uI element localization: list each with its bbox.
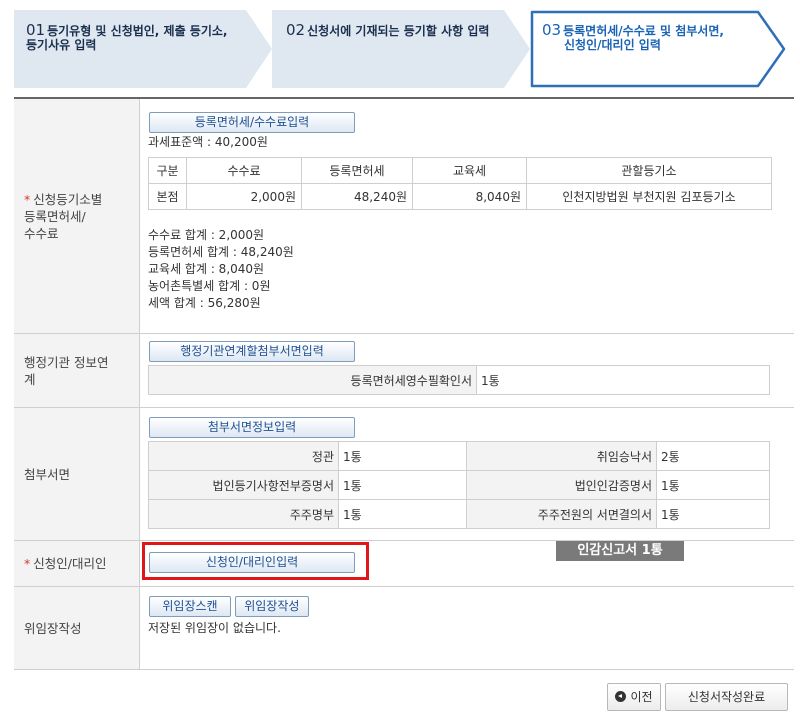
poa-scan-button[interactable]: 위임장스캔: [149, 596, 231, 617]
fee-cell: 인천지방법원 부천지원 김포등기소: [526, 183, 772, 210]
agency-content: 행정기관연계할첨부서면입력 등록면허세영수필확인서 1통: [140, 334, 794, 407]
fee-cell: 48,240원: [301, 183, 413, 210]
seal-report-badge: 인감신고서 1통: [556, 541, 684, 561]
poa-empty-message: 저장된 위임장이 없습니다.: [148, 621, 281, 635]
summary-line: 농어촌특별세 합계 : 0원: [148, 279, 271, 293]
step-2-shape: [272, 10, 530, 88]
attachment-key: 주주전원의 서면결의서: [466, 499, 657, 529]
attachment-value: 1통: [338, 441, 467, 471]
applicant-row: * 신청인/대리인 신청인/대리인입력 인감신고서 1통: [14, 541, 794, 587]
prev-button[interactable]: 이전: [607, 683, 661, 711]
attachment-value: 1통: [656, 470, 770, 500]
agency-label: 행정기관 정보연 계: [14, 334, 140, 407]
fee-label: * 신청등기소별 등록면허세/ 수수료: [14, 99, 140, 333]
fee-cell: 본점: [148, 183, 187, 210]
summary-line: 등록면허세 합계 : 48,240원: [148, 245, 294, 259]
step-1-number: 01: [26, 21, 46, 39]
agency-label-line: 행정기관 정보연: [24, 354, 109, 370]
fee-cell: 2,000원: [186, 183, 302, 210]
step-1-subtitle: 등기사유 입력: [26, 38, 97, 52]
table-row: 정관 1통 취임승낙서 2통: [148, 441, 770, 471]
poa-content: 위임장스캔 위임장작성 저장된 위임장이 없습니다.: [140, 587, 794, 669]
fee-label-line: 수수료: [24, 225, 59, 241]
poa-write-button[interactable]: 위임장작성: [234, 596, 309, 617]
fee-cell: 8,040원: [412, 183, 527, 210]
step-progress: 01 등기유형 및 신청법인, 제출 등기소, 등기사유 입력 02 신청서에 기재…: [14, 10, 786, 88]
table-row: 주주명부 1통 주주전원의 서면결의서 1통: [148, 499, 770, 529]
fee-col-header: 구분: [148, 157, 187, 184]
poa-label: 위임장작성: [14, 587, 140, 669]
fee-label-line: 등록면허세/: [24, 208, 86, 224]
attachment-value: 1통: [656, 499, 770, 529]
fee-col-header: 수수료: [186, 157, 302, 184]
fee-col-header: 관할등기소: [526, 157, 772, 184]
attachment-key: 주주명부: [148, 499, 339, 529]
fee-input-button[interactable]: 등록면허세/수수료입력: [149, 112, 355, 133]
attachment-key: 법인등기사항전부증명서: [148, 470, 339, 500]
complete-button[interactable]: 신청서작성완료: [665, 683, 788, 711]
back-arrow-icon: [615, 691, 627, 702]
step-3-current: 03 등록면허세/수수료 및 첨부서면, 신청인/대리인 입력: [530, 10, 788, 88]
attachments-label: 첨부서면: [14, 408, 140, 540]
fee-row: * 신청등기소별 등록면허세/ 수수료 등록면허세/수수료입력 과세표준액 : 4…: [14, 99, 794, 334]
step-2-title: 신청서에 기재되는 등기할 사항 입력: [307, 24, 490, 38]
fee-col-header: 등록면허세: [301, 157, 413, 184]
fee-table-header: 구분 수수료 등록면허세 교육세 관할등기소: [148, 157, 772, 184]
attachments-content: 첨부서면정보입력 정관 1통 취임승낙서 2통 법인등기사항전부증명서 1통 법…: [140, 408, 794, 540]
step-1: 01 등기유형 및 신청법인, 제출 등기소, 등기사유 입력: [14, 10, 274, 88]
attachment-key: 법인인감증명서: [466, 470, 657, 500]
attachment-value: 1통: [338, 499, 467, 529]
table-row: 법인등기사항전부증명서 1통 법인인감증명서 1통: [148, 470, 770, 500]
attachment-key: 취임승낙서: [466, 441, 657, 471]
poa-row: 위임장작성 위임장스캔 위임장작성 저장된 위임장이 없습니다.: [14, 587, 794, 670]
agency-row: 행정기관 정보연 계 행정기관연계할첨부서면입력 등록면허세영수필확인서 1통: [14, 334, 794, 408]
attachment-value: 1통: [338, 470, 467, 500]
attachment-value: 2통: [656, 441, 770, 471]
step-3-number: 03: [542, 21, 562, 39]
fee-summary: 수수료 합계 : 2,000원 등록면허세 합계 : 48,240원 교육세 합…: [148, 227, 788, 312]
prev-label: 이전: [630, 690, 653, 704]
required-mark: *: [24, 556, 31, 571]
attachments-row: 첨부서면 첨부서면정보입력 정관 1통 취임승낙서 2통 법인등기사항전부증명서…: [14, 408, 794, 541]
step-2-number: 02: [286, 21, 306, 39]
table-row: 등록면허세영수필확인서 1통: [148, 365, 770, 395]
fee-col-header: 교육세: [412, 157, 527, 184]
agency-attachment-button[interactable]: 행정기관연계할첨부서면입력: [149, 341, 355, 362]
fee-content: 등록면허세/수수료입력 과세표준액 : 40,200원 구분 수수료 등록면허세…: [140, 99, 794, 333]
fee-table: 구분 수수료 등록면허세 교육세 관할등기소 본점 2,000원 48,240원…: [148, 157, 772, 210]
attachments-table: 정관 1통 취임승낙서 2통 법인등기사항전부증명서 1통 법인인감증명서 1통…: [148, 441, 770, 529]
step-3-subtitle: 신청인/대리인 입력: [564, 38, 661, 52]
attachment-info-button[interactable]: 첨부서면정보입력: [149, 417, 355, 438]
step-1-title: 등기유형 및 신청법인, 제출 등기소,: [47, 24, 228, 38]
step-2: 02 신청서에 기재되는 등기할 사항 입력: [272, 10, 532, 88]
step-3-title: 등록면허세/수수료 및 첨부서면,: [563, 24, 724, 38]
summary-line: 교육세 합계 : 8,040원: [148, 262, 265, 276]
focus-highlight: [142, 542, 369, 580]
agency-label-line: 계: [24, 371, 36, 387]
tax-base: 과세표준액 : 40,200원: [148, 135, 268, 149]
agency-table: 등록면허세영수필확인서 1통: [148, 365, 770, 395]
agency-key: 등록면허세영수필확인서: [148, 365, 477, 395]
summary-line: 수수료 합계 : 2,000원: [148, 228, 265, 242]
fee-label-line: 신청등기소별: [33, 191, 103, 207]
summary-line: 세액 합계 : 56,280원: [148, 296, 261, 310]
application-form: * 신청등기소별 등록면허세/ 수수료 등록면허세/수수료입력 과세표준액 : 4…: [14, 97, 794, 670]
applicant-label-text: 신청인/대리인: [33, 556, 107, 571]
table-row: 본점 2,000원 48,240원 8,040원 인천지방법원 부천지원 김포등…: [148, 183, 772, 210]
attachment-key: 정관: [148, 441, 339, 471]
agency-value: 1통: [476, 365, 770, 395]
applicant-label: * 신청인/대리인: [14, 541, 140, 586]
required-mark: *: [24, 191, 31, 207]
